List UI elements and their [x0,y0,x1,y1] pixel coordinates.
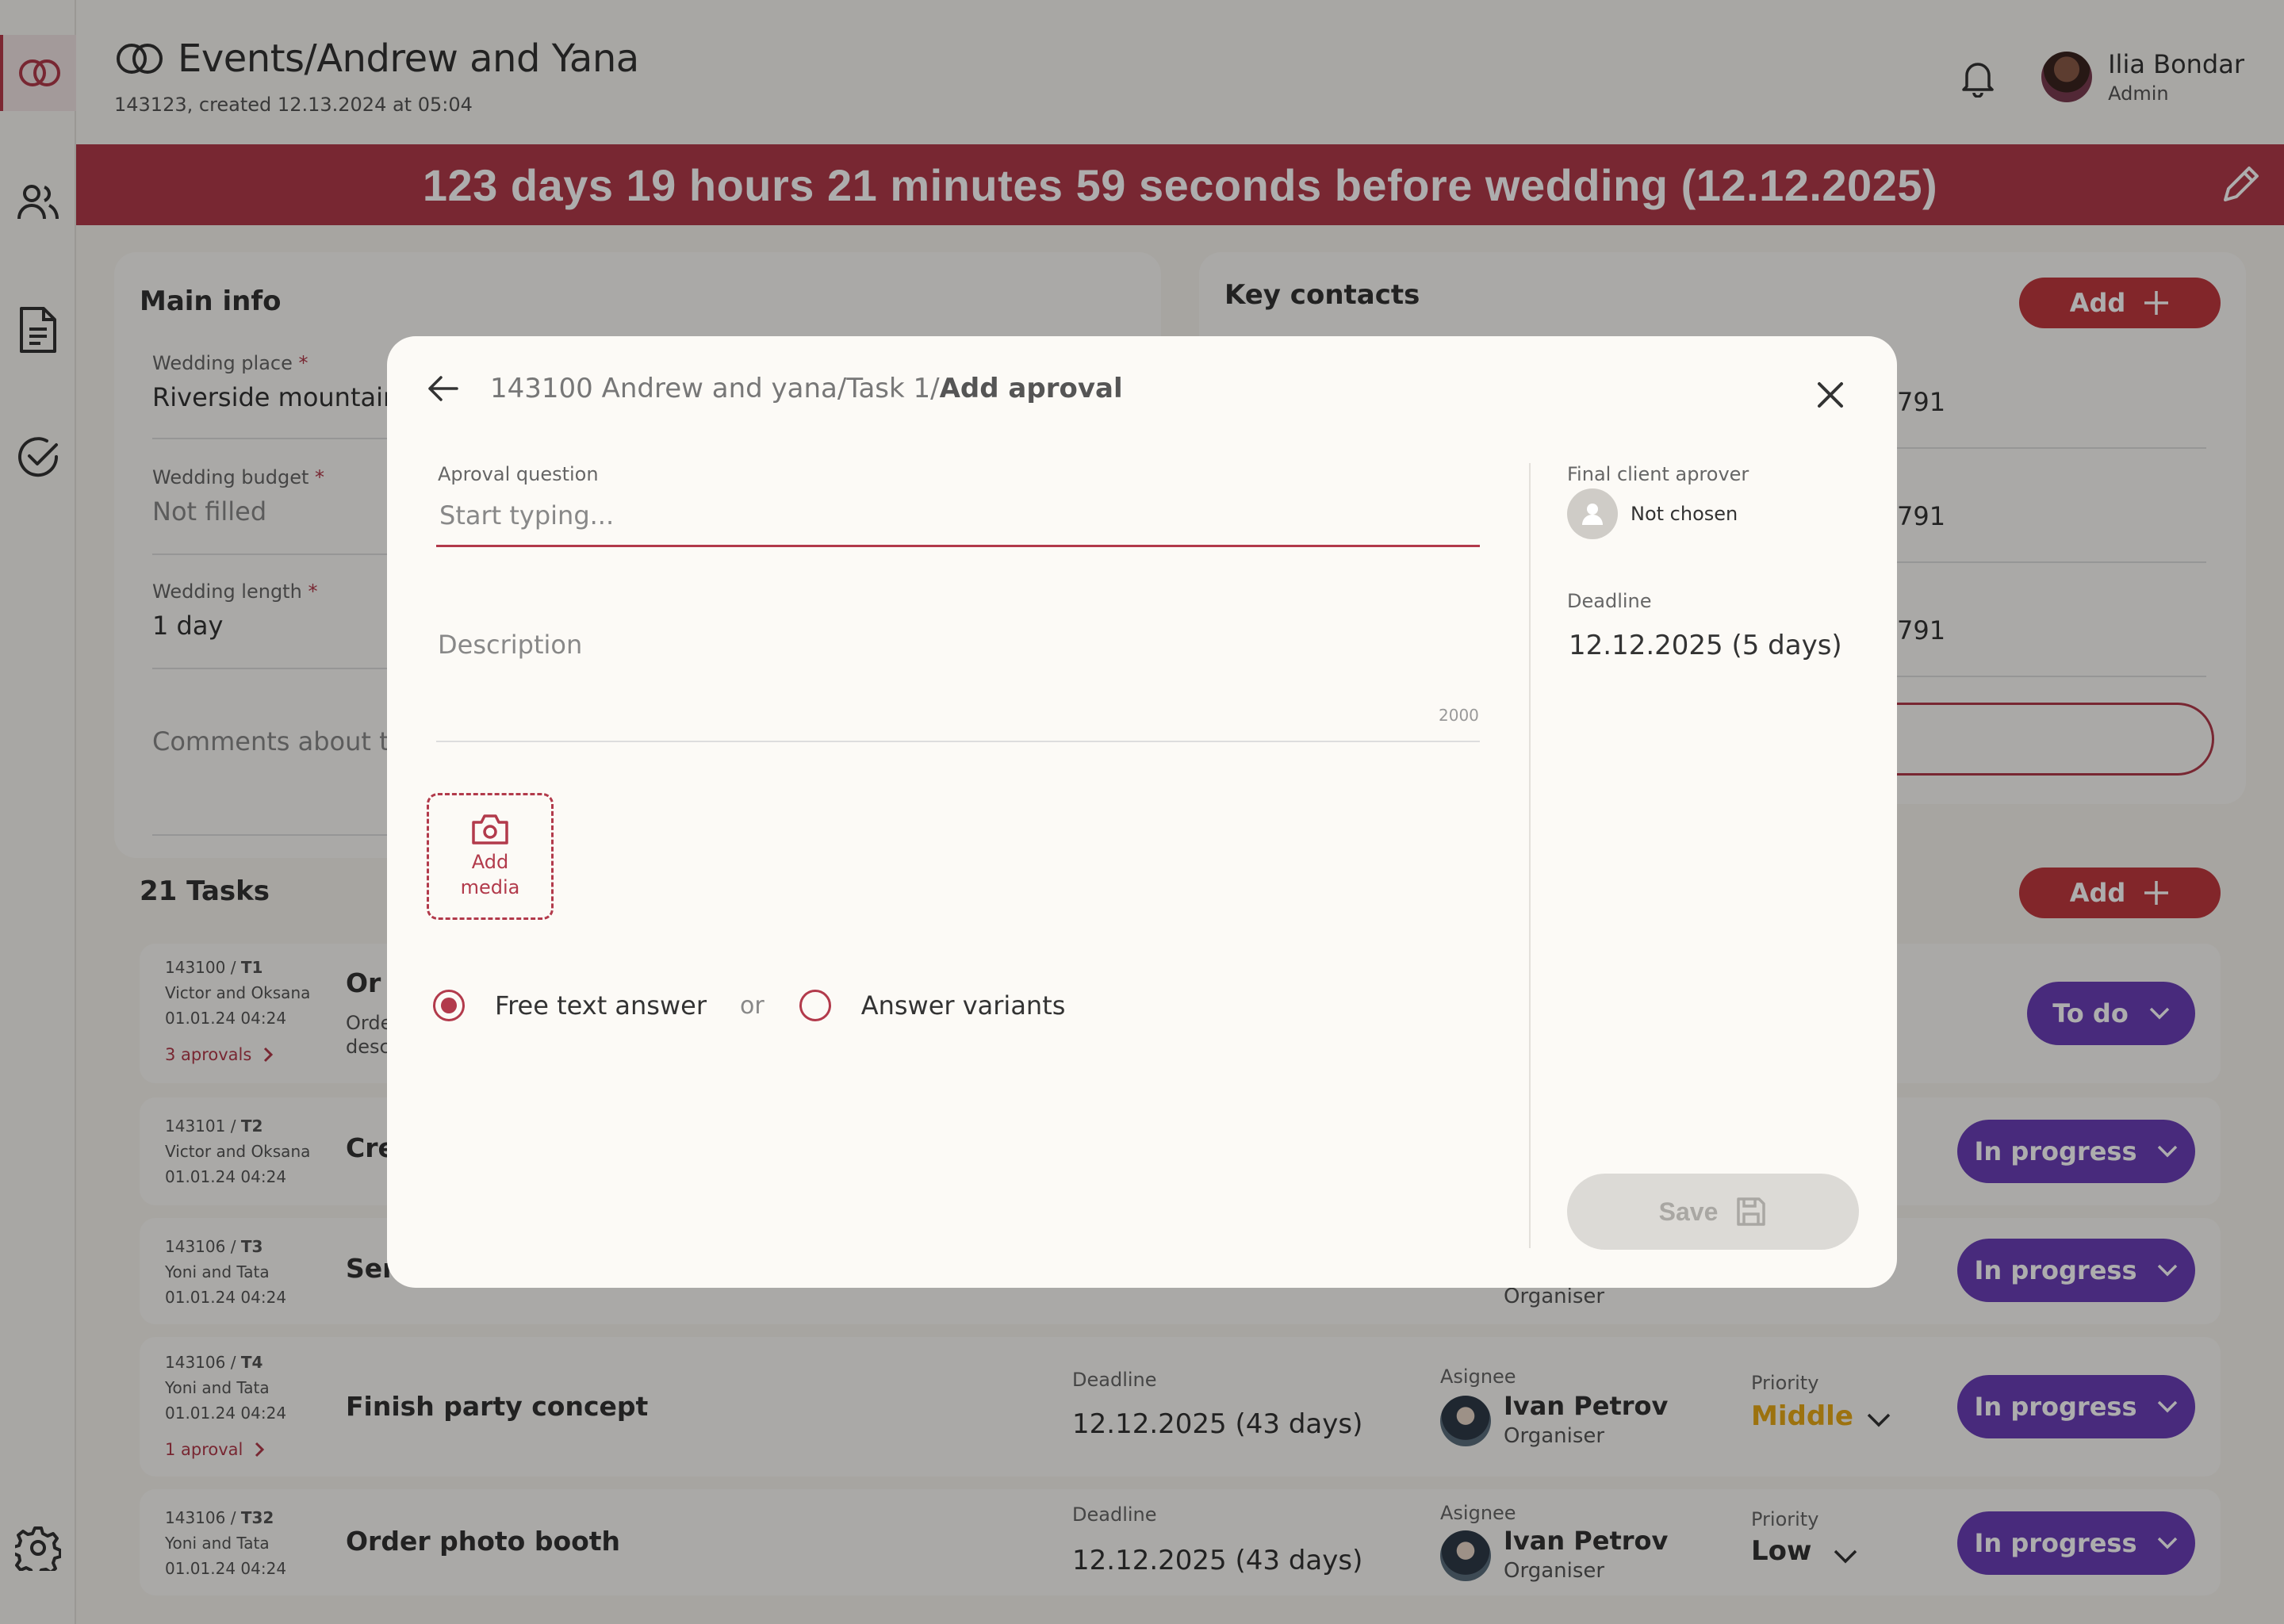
description-char-limit: 2000 [1439,706,1479,725]
arrow-left-icon[interactable] [427,375,458,402]
add-media-label: Add media [460,851,520,898]
modal-divider [1529,463,1531,1248]
description-field[interactable]: Description [438,630,582,660]
aproval-question-input[interactable] [436,485,1480,547]
modal-header: 143100 Andrew and yana/Task 1/Add aprova… [427,373,1123,404]
add-aproval-modal: 143100 Andrew and yana/Task 1/Add aprova… [387,336,1897,1288]
person-placeholder-icon[interactable] [1567,488,1618,539]
answer-type-selector: Free text answer or Answer variants [433,990,1065,1021]
radio-selected-dot [441,998,457,1013]
camera-icon [472,814,508,845]
floppy-disk-icon [1737,1197,1766,1226]
add-media-button[interactable]: Add media [427,793,554,920]
save-label: Save [1658,1197,1719,1226]
free-text-radio[interactable] [433,990,465,1021]
deadline-label: Deadline [1567,590,1652,612]
save-button[interactable]: Save [1567,1174,1859,1250]
close-icon[interactable] [1811,376,1849,414]
description-underline [436,741,1480,742]
modal-breadcrumb: 143100 Andrew and yana/Task 1/Add aprova… [490,373,1123,404]
answer-variants-radio[interactable] [799,990,831,1021]
answer-variants-label[interactable]: Answer variants [861,990,1066,1021]
or-separator: or [739,991,765,1020]
aproval-question-label: Aproval question [438,463,599,485]
final-aprover-label: Final client aprover [1567,463,1749,485]
final-aprover-value[interactable]: Not chosen [1631,503,1738,525]
free-text-label[interactable]: Free text answer [495,990,707,1021]
deadline-value[interactable]: 12.12.2025 (5 days) [1569,630,1842,661]
